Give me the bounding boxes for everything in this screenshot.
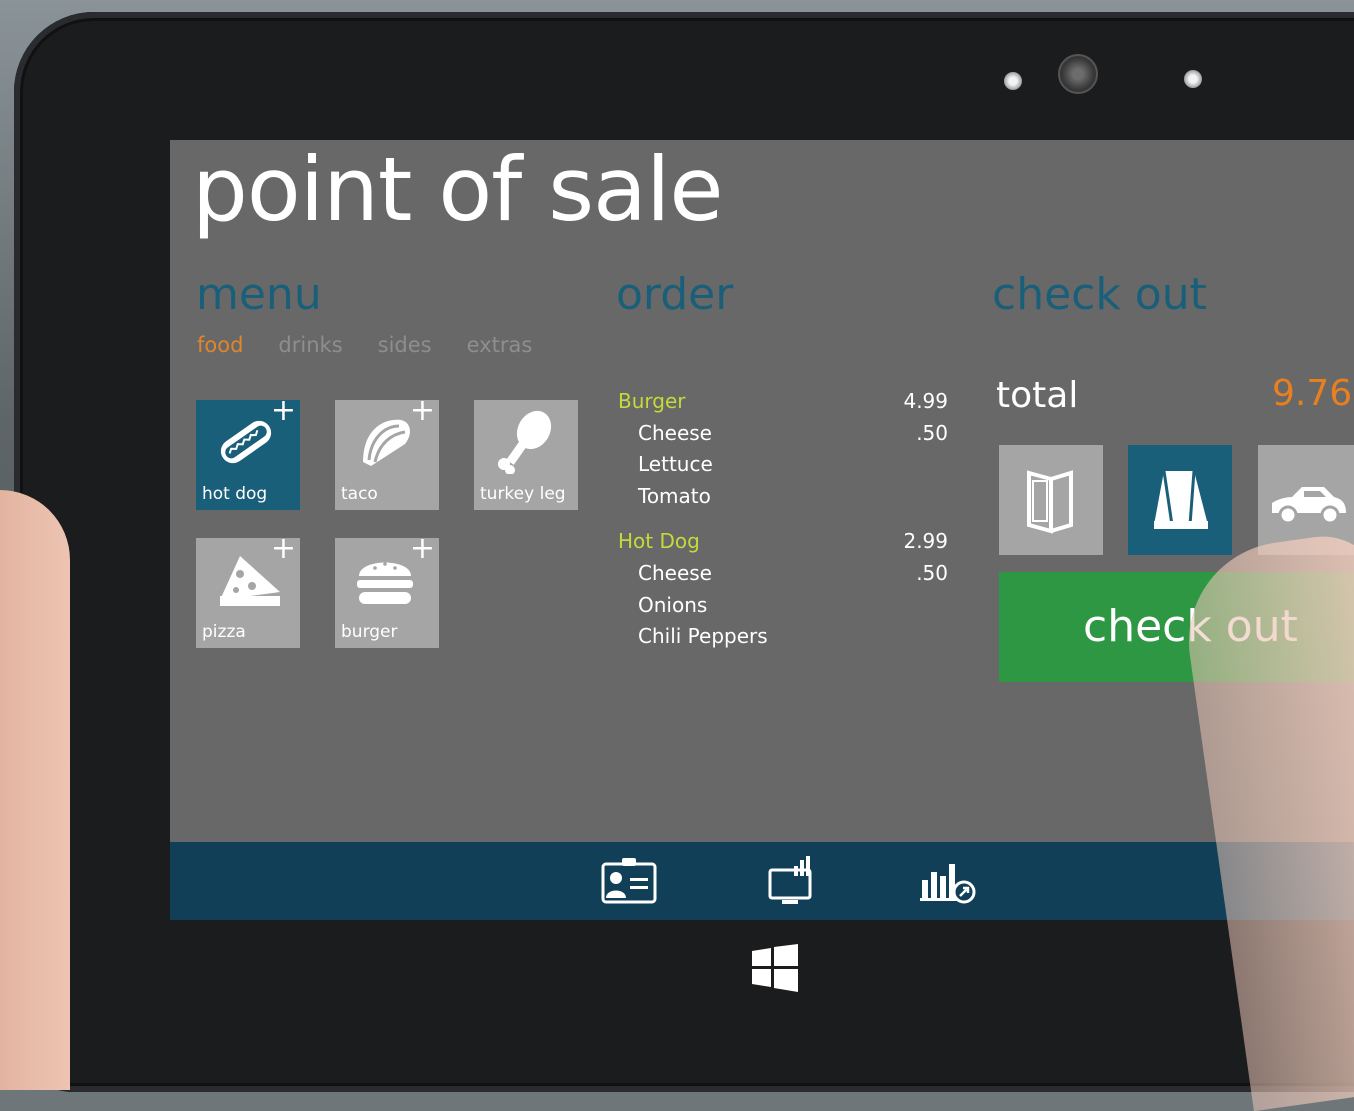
order-modifier: Lettuce xyxy=(618,449,948,481)
tab-extras[interactable]: extras xyxy=(467,333,533,357)
modifier-name: Onions xyxy=(638,592,708,617)
bottom-app-bar xyxy=(170,842,1354,920)
modifier-name: Lettuce xyxy=(638,452,713,477)
sales-report-icon[interactable] xyxy=(918,854,976,908)
order-modifier: Cheese .50 xyxy=(618,418,948,450)
order-line: Burger 4.99 xyxy=(618,386,948,418)
menu-item-turkey-leg[interactable]: turkey leg xyxy=(474,400,578,510)
order-item-name: Burger xyxy=(618,389,686,413)
register-monitor-icon[interactable] xyxy=(764,854,822,908)
order-item-price: 2.99 xyxy=(903,529,948,554)
proximity-sensor xyxy=(1004,72,1022,90)
light-sensor xyxy=(1184,70,1202,88)
order-modifier: Cheese .50 xyxy=(618,558,948,590)
employee-badge-icon[interactable] xyxy=(600,854,658,908)
order-heading: order xyxy=(616,269,734,320)
order-item[interactable]: Burger 4.99 Cheese .50 Lettuce Tomato xyxy=(618,386,948,512)
left-hand xyxy=(0,490,70,1090)
add-icon: + xyxy=(409,531,435,566)
menu-item-burger[interactable]: + burger xyxy=(335,534,439,648)
menu-item-label: burger xyxy=(341,622,398,642)
takeout-bag-icon xyxy=(1154,470,1208,529)
total-label: total xyxy=(996,375,1079,416)
order-list: Burger 4.99 Cheese .50 Lettuce Tomato Ho… xyxy=(618,386,948,667)
modifier-name: Cheese xyxy=(638,560,712,585)
checkout-heading: check out xyxy=(992,269,1207,320)
menu-item-label: hot dog xyxy=(202,484,268,504)
menu-category-tabs: food drinks sides extras xyxy=(197,333,532,357)
tab-drinks[interactable]: drinks xyxy=(278,333,342,357)
tab-sides[interactable]: sides xyxy=(378,333,432,357)
order-modifier: Onions xyxy=(618,590,948,622)
modifier-name: Cheese xyxy=(638,420,712,445)
order-item-price: 4.99 xyxy=(903,389,948,413)
front-camera xyxy=(1058,54,1098,94)
menu-card-icon xyxy=(1027,470,1073,534)
menu-item-label: taco xyxy=(341,484,378,504)
order-modifier: Tomato xyxy=(618,481,948,513)
hot-dog-icon xyxy=(220,420,272,464)
add-icon: + xyxy=(409,393,435,428)
turkey-leg-icon xyxy=(498,410,552,474)
dine-in-option[interactable] xyxy=(999,445,1103,555)
tab-food[interactable]: food xyxy=(197,333,243,357)
total-value: 9.76 xyxy=(1272,373,1353,414)
windows-logo-icon[interactable] xyxy=(752,944,798,992)
modifier-price: .50 xyxy=(916,420,948,445)
modifier-name: Tomato xyxy=(638,483,711,508)
order-item-name: Hot Dog xyxy=(618,529,700,554)
menu-item-taco[interactable]: + taco xyxy=(335,396,439,510)
menu-heading: menu xyxy=(196,269,322,320)
menu-item-label: pizza xyxy=(202,622,246,642)
taco-icon xyxy=(363,419,410,466)
order-item[interactable]: Hot Dog 2.99 Cheese .50 Onions Chili Pep… xyxy=(618,526,948,652)
add-icon: + xyxy=(270,531,296,566)
pos-screen: point of sale menu food drinks sides ext… xyxy=(170,140,1354,920)
modifier-name: Chili Peppers xyxy=(638,624,768,649)
modifier-price: .50 xyxy=(916,560,948,585)
menu-item-hot-dog[interactable]: + hot dog xyxy=(196,396,300,510)
takeout-option[interactable] xyxy=(1128,445,1232,555)
menu-item-pizza[interactable]: + pizza xyxy=(196,534,300,648)
burger-icon xyxy=(357,562,413,604)
add-icon: + xyxy=(270,393,296,428)
order-modifier: Chili Peppers xyxy=(618,621,948,653)
order-line: Hot Dog 2.99 xyxy=(618,526,948,558)
app-title: point of sale xyxy=(192,140,724,241)
car-icon xyxy=(1272,487,1346,525)
menu-item-label: turkey leg xyxy=(480,484,566,504)
